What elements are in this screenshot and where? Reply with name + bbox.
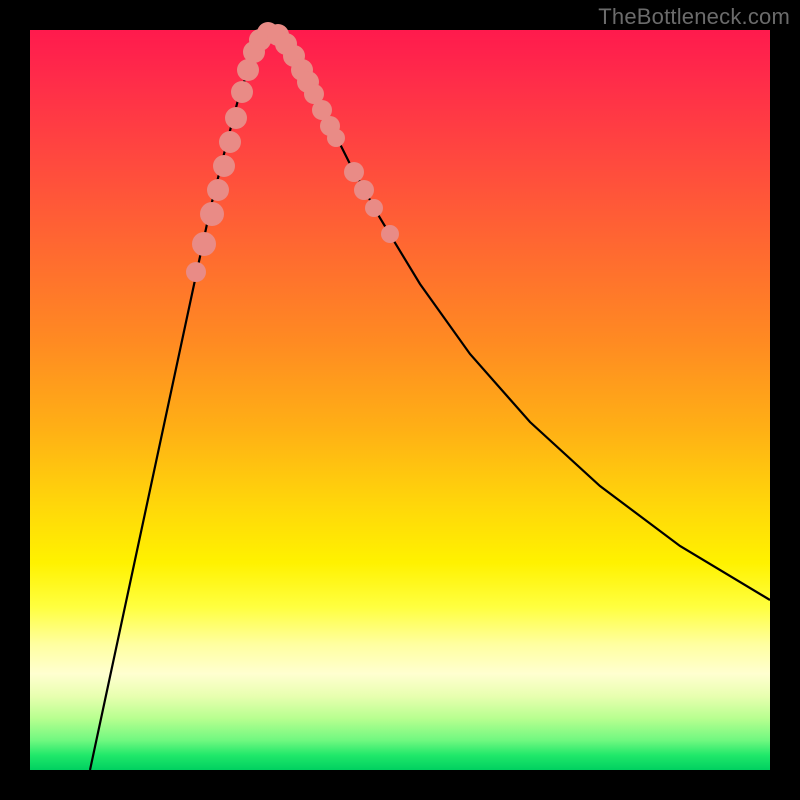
chart-frame: TheBottleneck.com (0, 0, 800, 800)
highlight-dot (354, 180, 374, 200)
highlight-dot (192, 232, 216, 256)
highlight-dot (327, 129, 345, 147)
curve-layer (30, 30, 770, 770)
highlight-dot (231, 81, 253, 103)
watermark-text: TheBottleneck.com (598, 4, 790, 30)
highlight-dot (186, 262, 206, 282)
highlight-dot (207, 179, 229, 201)
highlight-dot (344, 162, 364, 182)
highlight-dot (219, 131, 241, 153)
highlight-dot (225, 107, 247, 129)
highlight-dot (365, 199, 383, 217)
bottleneck-curve (90, 32, 770, 770)
highlight-dot (200, 202, 224, 226)
highlight-dot (381, 225, 399, 243)
highlight-dot (213, 155, 235, 177)
plot-area (30, 30, 770, 770)
highlight-dots (186, 22, 399, 282)
